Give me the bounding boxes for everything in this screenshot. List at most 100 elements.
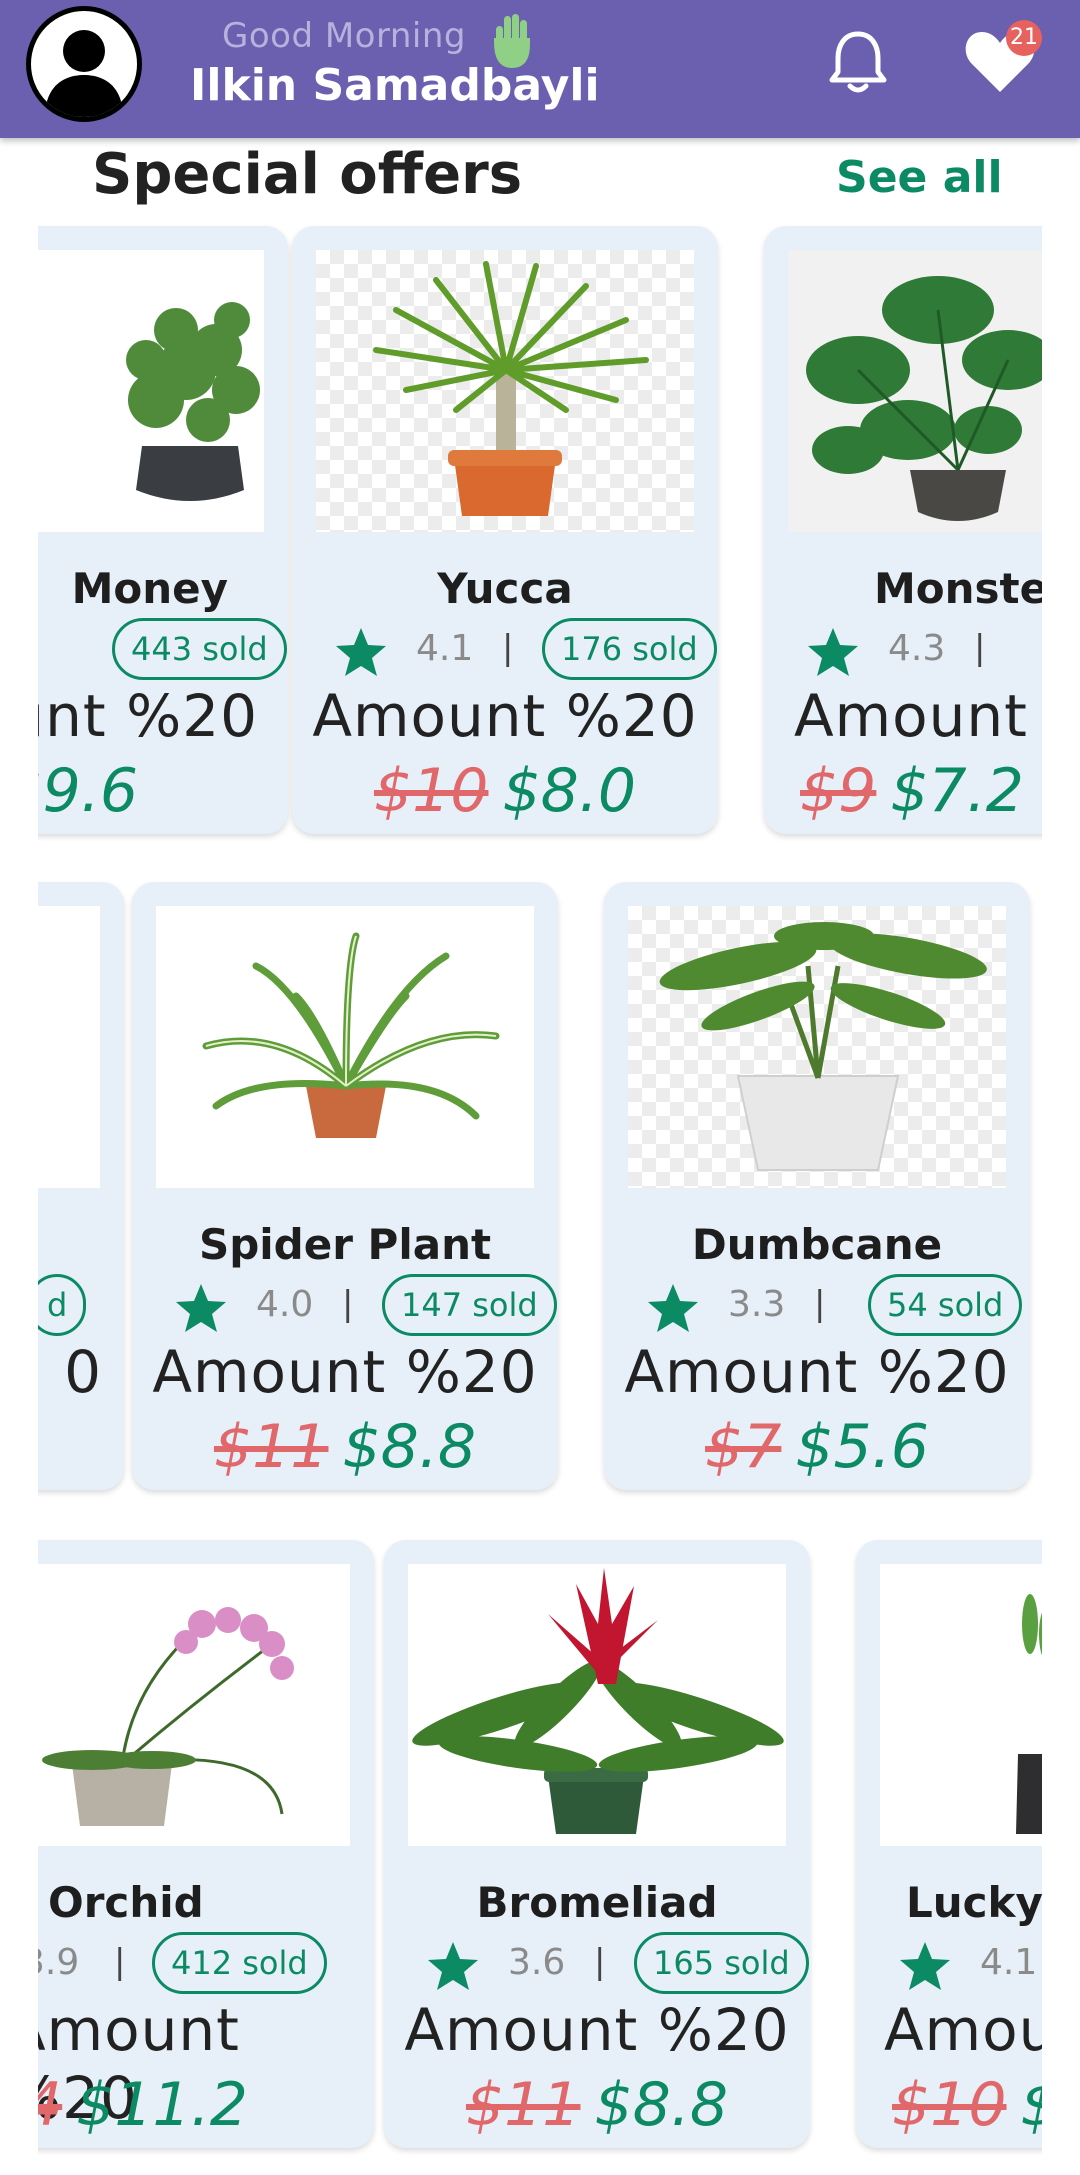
star-icon — [334, 626, 388, 682]
new-price: $11.2 — [76, 2070, 248, 2140]
product-card-orchid[interactable]: Orchid 3.9 | 412 sold Amount %20 4$11.2 — [38, 1540, 374, 2148]
star-icon — [426, 1940, 480, 1996]
discount-amount: 0 — [64, 1338, 102, 1406]
product-name: Spider Plant — [198, 1220, 492, 1269]
sold-badge: d — [38, 1274, 87, 1336]
discount-amount: Amount %20 — [312, 682, 698, 750]
greeting-text: Good Morning — [222, 16, 466, 56]
product-meta: d — [38, 1274, 124, 1338]
product-name: Yucca — [437, 564, 573, 613]
old-price: $11 — [465, 2070, 581, 2140]
top-bar: Good Morning Ilkin Samadbayli 21 — [0, 0, 1080, 138]
product-name: Orchid — [48, 1878, 204, 1927]
user-silhouette-icon — [45, 30, 123, 117]
rating-value: 4.3 — [888, 628, 946, 669]
price-line: $7 $5.6 — [604, 1412, 1030, 1482]
product-meta: 3.3 | 54 sold — [604, 1274, 1030, 1338]
offers-row-3[interactable]: Orchid 3.9 | 412 sold Amount %20 4$11.2 — [38, 1536, 1042, 2156]
product-image — [38, 906, 100, 1188]
product-image — [38, 250, 264, 532]
price-line: $10 $8.0 — [856, 2070, 1042, 2140]
section-title: Special offers — [92, 142, 523, 207]
meta-divider: | — [594, 1942, 606, 1982]
rating-value: 4.0 — [256, 1284, 314, 1325]
new-price: $9.6 — [38, 756, 138, 826]
product-card-partial[interactable]: d 0 — [38, 882, 124, 1490]
new-price: $5.6 — [795, 1412, 929, 1482]
sold-badge: 443 sold — [112, 618, 287, 680]
product-image — [788, 250, 1042, 532]
discount-amount: Amount %20 — [404, 1996, 790, 2064]
offers-row-1[interactable]: Money 443 sold Amount %20 $9.6 Yucca — [38, 222, 1042, 842]
favorites-count-badge: 21 — [1006, 20, 1042, 56]
product-name: Lucky — [906, 1878, 1042, 1927]
product-card-money[interactable]: Money 443 sold Amount %20 $9.6 — [38, 226, 288, 834]
rating-value: 4.1 — [980, 1942, 1038, 1983]
price-line: $11 $8.8 — [384, 2070, 810, 2140]
product-card-lucky[interactable]: Lucky 4.1 Amount %20 $10 $8.0 — [856, 1540, 1042, 2148]
rating-value: 4.1 — [416, 628, 474, 669]
product-meta: 3.6 | 165 sold — [384, 1932, 810, 1996]
price-line: $10$8.0 — [292, 756, 718, 826]
product-image — [38, 1564, 350, 1846]
star-icon — [898, 1940, 952, 1996]
bell-icon[interactable] — [826, 28, 890, 102]
product-image — [156, 906, 534, 1188]
product-card-dumbcane[interactable]: Dumbcane 3.3 | 54 sold Amount %20 $7 $5.6 — [604, 882, 1030, 1490]
product-meta: 3.9 | 412 sold — [38, 1932, 374, 1996]
rating-value: 3.3 — [728, 1284, 786, 1325]
product-name: Money — [71, 564, 228, 613]
discount-amount: Amount %20 — [884, 1996, 1042, 2064]
product-name: Monster — [874, 564, 1042, 613]
offers-row-2[interactable]: d 0 Spider Plant 4.0 | 147 sold Amount %… — [38, 878, 1042, 1498]
discount-amount: Amount %20 — [794, 682, 1042, 750]
sold-badge: 147 sold — [382, 1274, 557, 1336]
old-price: $10 — [373, 756, 489, 826]
sold-badge: 165 sold — [634, 1932, 809, 1994]
sold-badge: 412 sold — [152, 1932, 327, 1994]
new-price: $8.0 — [1021, 2070, 1042, 2140]
product-meta: 443 sold — [38, 618, 288, 682]
price-line: 4$11.2 — [38, 2070, 374, 2140]
product-name: Bromeliad — [476, 1878, 718, 1927]
old-price: $10 — [892, 2070, 1007, 2140]
new-price: $8.8 — [342, 1412, 477, 1482]
new-price: $8.0 — [502, 756, 637, 826]
product-card-bromeliad[interactable]: Bromeliad 3.6 | 165 sold Amount %20 $11 $… — [384, 1540, 810, 2148]
product-meta: 4.1 | 176 sold — [292, 618, 718, 682]
old-price: $9 — [800, 756, 877, 826]
meta-divider: | — [342, 1284, 354, 1324]
product-card-spider-plant[interactable]: Spider Plant 4.0 | 147 sold Amount %20 $… — [132, 882, 558, 1490]
product-image — [316, 250, 694, 532]
product-meta: 4.0 | 147 sold — [132, 1274, 558, 1338]
avatar[interactable] — [26, 6, 142, 122]
discount-amount: Amount %20 — [152, 1338, 538, 1406]
meta-divider: | — [814, 1284, 826, 1324]
new-price: $8.8 — [594, 2070, 729, 2140]
star-icon — [174, 1282, 228, 1338]
discount-amount: Amount %20 — [624, 1338, 1010, 1406]
product-meta: 4.3 | — [764, 618, 1042, 682]
discount-amount: Amount %20 — [38, 682, 258, 750]
product-image — [880, 1564, 1042, 1846]
product-meta: 4.1 — [856, 1932, 1042, 1996]
product-card-yucca[interactable]: Yucca 4.1 | 176 sold Amount %20 $10 $8.0 — [292, 226, 718, 834]
price-line: $11 $8.8 — [132, 1412, 558, 1482]
meta-divider: | — [502, 628, 514, 668]
rating-value: 3.9 — [38, 1942, 80, 1983]
sold-badge: 54 sold — [868, 1274, 1023, 1336]
old-price: 4 — [38, 2070, 62, 2140]
old-price: $11 — [213, 1412, 329, 1482]
star-icon — [806, 626, 860, 682]
see-all-link[interactable]: See all — [836, 152, 1003, 203]
new-price: $7.2 — [890, 756, 1024, 826]
product-card-monstera[interactable]: Monster 4.3 | Amount %20 $9$7.2 — [764, 226, 1042, 834]
meta-divider: | — [974, 628, 986, 668]
sold-badge: 176 sold — [542, 618, 717, 680]
product-image — [628, 906, 1006, 1188]
product-image — [408, 1564, 786, 1846]
star-icon — [646, 1282, 700, 1338]
price-line: $9 $7.2 — [764, 756, 1042, 826]
rating-value: 3.6 — [508, 1942, 566, 1983]
user-name: Ilkin Samadbayli — [190, 60, 600, 111]
